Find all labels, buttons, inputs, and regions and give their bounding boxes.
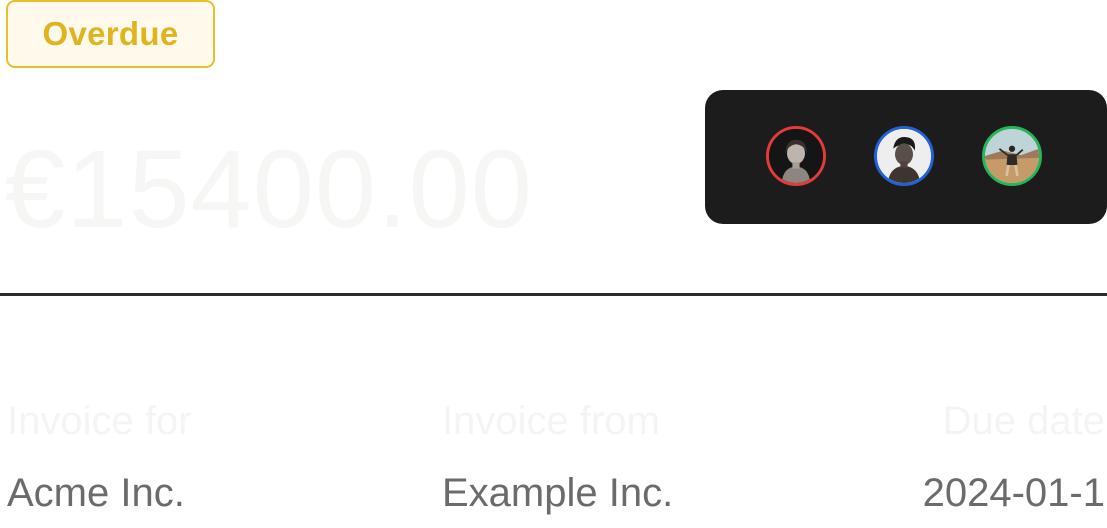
due-date-label: Due date	[942, 399, 1105, 443]
invoice-amount: €15400.00	[4, 128, 533, 251]
status-badge: Overdue	[6, 0, 215, 68]
avatar[interactable]	[874, 126, 934, 186]
due-date-value: 2024-01-1	[922, 471, 1105, 515]
woman-portrait-icon	[769, 129, 823, 183]
invoice-for-label: Invoice for	[7, 399, 192, 443]
assignees-panel	[705, 90, 1107, 224]
divider	[0, 293, 1107, 296]
invoice-from-value: Example Inc.	[442, 471, 674, 515]
invoice-for-value: Acme Inc.	[7, 471, 185, 515]
invoice-from-label: Invoice from	[442, 399, 660, 443]
man-portrait-icon	[877, 129, 931, 183]
avatar[interactable]	[982, 126, 1042, 186]
invoice-card: Overdue €15400.00 Invoice for Invoice fr…	[0, 0, 1107, 528]
outdoor-person-icon	[985, 129, 1039, 183]
avatar[interactable]	[766, 126, 826, 186]
